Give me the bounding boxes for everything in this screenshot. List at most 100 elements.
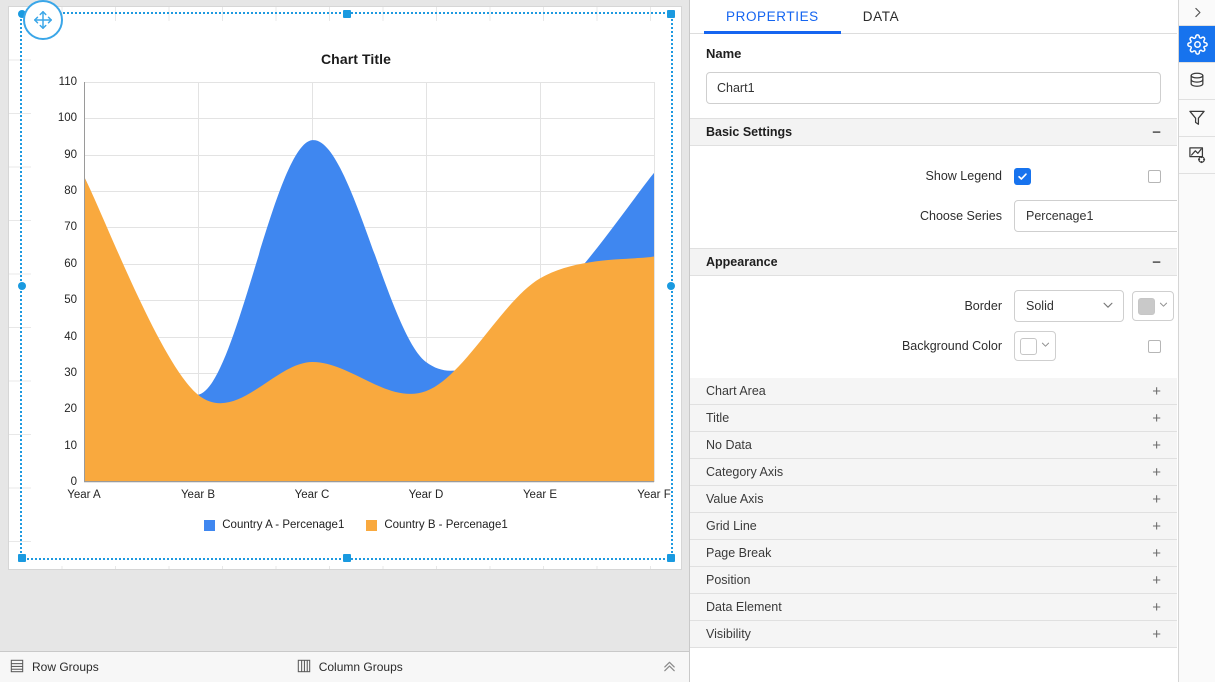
choose-series-value: Percenage1 bbox=[1026, 209, 1094, 223]
chevron-right-icon[interactable] bbox=[1179, 0, 1215, 26]
collapse-minus-icon[interactable]: − bbox=[1152, 125, 1161, 140]
collapse-minus-icon[interactable]: − bbox=[1152, 255, 1161, 270]
border-style-select[interactable]: Solid bbox=[1014, 290, 1124, 322]
column-groups-label: Column Groups bbox=[318, 660, 403, 674]
legend-label: Country B - Percenage1 bbox=[384, 519, 508, 531]
category-axis-tick-label: Year F bbox=[637, 489, 671, 501]
section-header-no-data[interactable]: No Data + bbox=[690, 432, 1177, 459]
section-label: Chart Area bbox=[706, 384, 766, 398]
section-header-title[interactable]: Title + bbox=[690, 405, 1177, 432]
gridline bbox=[654, 82, 655, 482]
design-canvas-pane[interactable]: Chart Title 0 10 20 30 40 50 60 70 80 90… bbox=[0, 0, 690, 682]
border-color-swatch bbox=[1138, 297, 1155, 315]
report-body[interactable]: Chart Title 0 10 20 30 40 50 60 70 80 90… bbox=[8, 6, 682, 570]
chart-name-input[interactable] bbox=[706, 72, 1161, 104]
section-label: Position bbox=[706, 573, 751, 587]
choose-series-select[interactable]: Percenage1 bbox=[1014, 200, 1177, 232]
row-groups-label: Row Groups bbox=[32, 660, 99, 674]
section-header-chart-area[interactable]: Chart Area + bbox=[690, 378, 1177, 405]
chart-title: Chart Title bbox=[320, 51, 392, 67]
expand-plus-icon[interactable]: + bbox=[1152, 573, 1161, 588]
value-axis-tick-label: 20 bbox=[64, 403, 77, 416]
row-border: Border Solid bbox=[690, 286, 1177, 326]
value-axis-tick-label: 80 bbox=[64, 185, 77, 198]
legend-item[interactable]: Country A - Percenage1 bbox=[204, 519, 344, 531]
section-header-value-axis[interactable]: Value Axis + bbox=[690, 486, 1177, 513]
row-groups-button[interactable]: Row Groups bbox=[10, 659, 99, 676]
expand-plus-icon[interactable]: + bbox=[1152, 411, 1161, 426]
value-axis-tick-label: 110 bbox=[58, 76, 77, 88]
column-groups-button[interactable]: Column Groups bbox=[297, 659, 403, 676]
section-header-visibility[interactable]: Visibility + bbox=[690, 621, 1177, 648]
legend-swatch bbox=[204, 519, 216, 531]
expand-plus-icon[interactable]: + bbox=[1152, 519, 1161, 534]
collapsed-sections-list: Chart Area + Title + No Data + Category Axis + V… bbox=[690, 378, 1177, 648]
panel-tabs: PROPERTIES DATA bbox=[690, 0, 1177, 34]
legend-item[interactable]: Country B - Percenage1 bbox=[366, 519, 508, 531]
row-show-legend: Show Legend bbox=[690, 156, 1177, 196]
border-label: Border bbox=[964, 299, 1002, 313]
background-color-swatch bbox=[1020, 337, 1037, 355]
value-axis-tick-label: 0 bbox=[70, 476, 77, 488]
expand-plus-icon[interactable]: + bbox=[1152, 438, 1161, 453]
columns-icon bbox=[297, 659, 311, 676]
properties-panel: PROPERTIES DATA Name Basic Settings − Sh… bbox=[690, 0, 1177, 682]
rows-icon bbox=[10, 659, 24, 676]
section-header-position[interactable]: Position + bbox=[690, 567, 1177, 594]
filter-funnel-icon[interactable] bbox=[1179, 100, 1215, 137]
section-label: Category Axis bbox=[706, 465, 784, 479]
section-header-grid-line[interactable]: Grid Line + bbox=[690, 513, 1177, 540]
gridline bbox=[84, 482, 654, 483]
section-header-category-axis[interactable]: Category Axis + bbox=[690, 459, 1177, 486]
section-header-data-element[interactable]: Data Element + bbox=[690, 594, 1177, 621]
chart-legend: Country A - Percenage1 Country B - Percen… bbox=[31, 519, 681, 531]
expand-plus-icon[interactable]: + bbox=[1152, 492, 1161, 507]
properties-scroll-area[interactable]: Name Basic Settings − Show Legend bbox=[690, 34, 1177, 682]
show-legend-expression-checkbox[interactable] bbox=[1148, 169, 1161, 183]
background-color-picker[interactable] bbox=[1014, 331, 1056, 361]
section-header-basic-settings[interactable]: Basic Settings − bbox=[690, 118, 1177, 146]
expand-plus-icon[interactable]: + bbox=[1152, 465, 1161, 480]
value-axis-tick-label: 30 bbox=[64, 366, 77, 379]
name-block: Name bbox=[690, 34, 1177, 118]
border-color-picker[interactable] bbox=[1132, 291, 1174, 321]
chevron-double-up-icon[interactable] bbox=[662, 659, 677, 676]
category-axis-tick-label: Year C bbox=[294, 489, 330, 501]
chart-widget[interactable]: Chart Title 0 10 20 30 40 50 60 70 80 90… bbox=[31, 21, 681, 566]
expand-plus-icon[interactable]: + bbox=[1152, 384, 1161, 399]
legend-swatch bbox=[366, 519, 378, 531]
background-color-expression-checkbox[interactable] bbox=[1148, 339, 1161, 353]
expand-plus-icon[interactable]: + bbox=[1152, 546, 1161, 561]
value-axis-tick-label: 100 bbox=[57, 112, 77, 125]
section-header-page-break[interactable]: Page Break + bbox=[690, 540, 1177, 567]
category-axis-tick-label: Year A bbox=[67, 489, 101, 501]
group-bar: Row Groups Column Groups bbox=[0, 651, 689, 682]
right-icon-rail bbox=[1178, 0, 1215, 682]
section-header-appearance[interactable]: Appearance − bbox=[690, 248, 1177, 276]
section-title-basic-settings: Basic Settings bbox=[706, 125, 793, 139]
section-label: Data Element bbox=[706, 600, 782, 614]
section-label: No Data bbox=[706, 438, 752, 452]
legend-label: Country A - Percenage1 bbox=[222, 519, 345, 531]
chart-settings-icon[interactable] bbox=[1179, 137, 1215, 174]
category-axis-line bbox=[84, 481, 654, 482]
area-series-svg bbox=[84, 140, 654, 482]
chart-plot-area: 0 10 20 30 40 50 60 70 80 90 100 110 Year A Year B Ye… bbox=[58, 76, 671, 501]
design-surface[interactable]: Chart Title 0 10 20 30 40 50 60 70 80 90… bbox=[0, 0, 689, 652]
section-label: Grid Line bbox=[706, 519, 757, 533]
move-crosshair-icon[interactable] bbox=[23, 0, 63, 40]
tab-data[interactable]: DATA bbox=[841, 0, 921, 33]
row-choose-series: Choose Series Percenage1 bbox=[690, 196, 1177, 236]
show-legend-checkbox[interactable] bbox=[1014, 167, 1031, 185]
value-axis-tick-label: 60 bbox=[64, 257, 77, 270]
expand-plus-icon[interactable]: + bbox=[1152, 627, 1161, 642]
tab-properties[interactable]: PROPERTIES bbox=[704, 0, 841, 34]
category-axis-tick-label: Year E bbox=[522, 489, 558, 501]
database-icon[interactable] bbox=[1179, 63, 1215, 100]
section-label: Title bbox=[706, 411, 730, 425]
gear-icon[interactable] bbox=[1179, 26, 1215, 63]
border-style-value: Solid bbox=[1026, 299, 1054, 313]
chevron-down-icon bbox=[1101, 298, 1115, 315]
expand-plus-icon[interactable]: + bbox=[1152, 600, 1161, 615]
plot-inner bbox=[84, 82, 655, 483]
